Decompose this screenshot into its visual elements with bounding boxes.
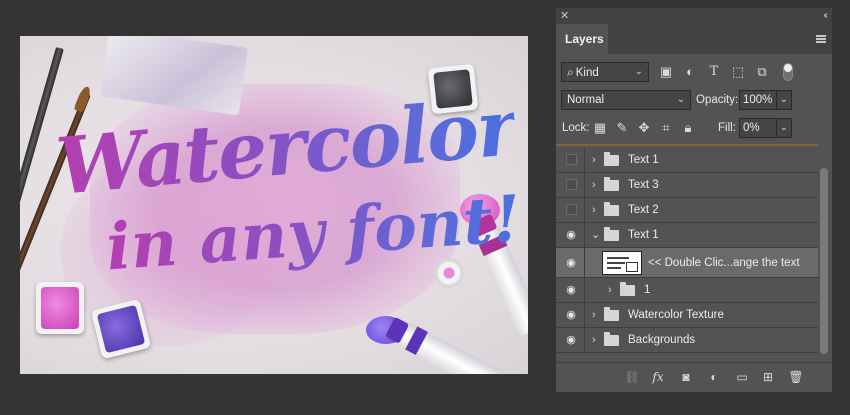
chevron-down-icon: ⌄ — [779, 94, 788, 105]
smart-object-filter-icon[interactable]: ⧉ — [754, 64, 770, 80]
layer-row[interactable]: ◉ ⌄ Text 1 — [556, 223, 818, 248]
scrollbar[interactable] — [820, 168, 828, 354]
chevron-right-icon[interactable]: › — [592, 173, 596, 198]
chevron-right-icon[interactable]: › — [608, 278, 612, 303]
pink-paint-pan-image — [36, 282, 84, 334]
opacity-dropdown[interactable]: ⌄ — [776, 90, 792, 110]
folder-icon — [604, 307, 619, 321]
purple-paint-tube-image — [384, 316, 506, 374]
visibility-off-icon[interactable] — [566, 154, 577, 165]
chevron-right-icon[interactable]: › — [592, 328, 596, 353]
layer-row[interactable]: › Text 2 — [556, 198, 818, 223]
smart-object-badge-icon — [626, 262, 638, 272]
close-icon[interactable]: ✕ — [560, 9, 569, 23]
chevron-down-icon: ⌄ — [676, 94, 685, 105]
folder-icon — [604, 332, 619, 346]
hamburger-icon[interactable] — [816, 35, 826, 43]
blend-row: Normal ⌄ Opacity: 100% ⌄ — [556, 88, 832, 112]
kind-filter-dropdown[interactable]: ⌕ Kind ⌄ — [561, 62, 649, 82]
adjustment-icon[interactable]: ◐ — [706, 369, 722, 385]
lock-label: Lock: — [562, 122, 590, 134]
brush-tip-image — [73, 85, 93, 113]
visibility-off-icon[interactable] — [566, 179, 577, 190]
layer-name: 1 — [644, 284, 651, 296]
blend-mode-value: Normal — [567, 94, 605, 106]
search-icon: ⌕ — [567, 65, 574, 79]
eye-icon[interactable]: ◉ — [564, 308, 578, 322]
new-group-icon[interactable]: ▭ — [734, 369, 750, 385]
lock-transparent-icon[interactable]: ▦ — [592, 120, 608, 136]
eye-icon[interactable]: ◉ — [564, 228, 578, 242]
folder-icon — [620, 282, 635, 296]
folder-icon — [604, 227, 619, 241]
collapse-icon[interactable]: ‹‹ — [823, 9, 827, 23]
new-layer-icon[interactable]: ⊞ — [760, 369, 776, 385]
layer-row[interactable]: › Text 3 — [556, 173, 818, 198]
fill-input[interactable]: 0% — [739, 118, 777, 138]
layer-row[interactable]: ◉ › 1 — [556, 278, 818, 303]
tube-cap-image — [434, 258, 464, 288]
layer-name: Text 3 — [628, 179, 659, 191]
visibility-off-icon[interactable] — [566, 204, 577, 215]
lock-all-icon[interactable]: 🔒︎ — [680, 120, 696, 136]
adjustment-filter-icon[interactable]: ◐ — [682, 64, 698, 80]
artwork-canvas[interactable]: Watercolor in any font! — [20, 36, 528, 374]
lock-position-icon[interactable]: ✥ — [636, 120, 652, 136]
fill-dropdown[interactable]: ⌄ — [776, 118, 792, 138]
image-filter-icon[interactable]: ▣ — [658, 64, 674, 80]
opacity-input[interactable]: 100% — [739, 90, 777, 110]
lock-artboard-icon[interactable]: ⌗ — [658, 120, 674, 136]
layer-name: << Double Clic...ange the text — [648, 257, 800, 269]
fill-label: Fill: — [718, 122, 736, 134]
chevron-down-icon: ⌄ — [779, 122, 788, 133]
smart-object-thumbnail — [602, 251, 642, 275]
chevron-right-icon[interactable]: › — [592, 198, 596, 223]
filter-toggle[interactable] — [783, 63, 793, 81]
tab-layers[interactable]: Layers — [556, 24, 608, 54]
kind-filter-value: Kind — [575, 67, 599, 79]
tissue-paper-image — [99, 36, 249, 116]
blend-mode-dropdown[interactable]: Normal ⌄ — [561, 90, 691, 110]
lock-row: Lock: ▦ ✎ ✥ ⌗ 🔒︎ Fill: 0% ⌄ — [556, 116, 832, 140]
folder-icon — [604, 202, 619, 216]
eye-icon[interactable]: ◉ — [564, 333, 578, 347]
layers-list: › Text 1 › Text 3 › Text 2 ◉ ⌄ Text 1 ◉ — [556, 144, 818, 362]
chevron-right-icon[interactable]: › — [592, 303, 596, 328]
folder-icon — [604, 177, 619, 191]
chevron-down-icon[interactable]: ⌄ — [591, 223, 600, 248]
panel-bottom-bar: ⛓︎ fx ◙ ◐ ▭ ⊞ 🗑︎ — [556, 362, 832, 392]
layer-row[interactable]: ◉ › Backgrounds — [556, 328, 818, 353]
eye-icon[interactable]: ◉ — [564, 256, 578, 270]
layer-name: Backgrounds — [628, 334, 696, 346]
list-top-accent — [556, 144, 818, 146]
opacity-label: Opacity: — [696, 94, 739, 106]
link-icon[interactable]: ⛓︎ — [624, 369, 640, 385]
layer-name: Text 1 — [628, 154, 659, 166]
layers-panel: ✕ ‹‹ Layers ⌕ Kind ⌄ ▣ ◐ T ⬚ ⧉ Normal ⌄ O… — [556, 8, 832, 392]
layer-row[interactable]: › Text 1 — [556, 148, 818, 173]
layer-name: Watercolor Texture — [628, 309, 724, 321]
filter-row: ⌕ Kind ⌄ ▣ ◐ T ⬚ ⧉ — [556, 60, 832, 84]
folder-icon — [604, 152, 619, 166]
panel-tab-bar: Layers — [556, 24, 832, 54]
type-filter-icon[interactable]: T — [706, 64, 722, 80]
layer-row[interactable]: ◉ › Watercolor Texture — [556, 303, 818, 328]
layer-row-selected[interactable]: ◉ << Double Clic...ange the text — [556, 248, 818, 278]
fx-icon[interactable]: fx — [650, 369, 666, 385]
shape-filter-icon[interactable]: ⬚ — [730, 64, 746, 80]
layer-name: Text 1 — [628, 229, 659, 241]
eye-icon[interactable]: ◉ — [564, 283, 578, 297]
layer-name: Text 2 — [628, 204, 659, 216]
chevron-down-icon: ⌄ — [634, 66, 643, 77]
mask-icon[interactable]: ◙ — [678, 369, 694, 385]
lock-paint-icon[interactable]: ✎ — [614, 120, 630, 136]
trash-icon[interactable]: 🗑︎ — [788, 369, 804, 385]
chevron-right-icon[interactable]: › — [592, 148, 596, 173]
panel-title-bar: ✕ ‹‹ — [556, 8, 832, 24]
